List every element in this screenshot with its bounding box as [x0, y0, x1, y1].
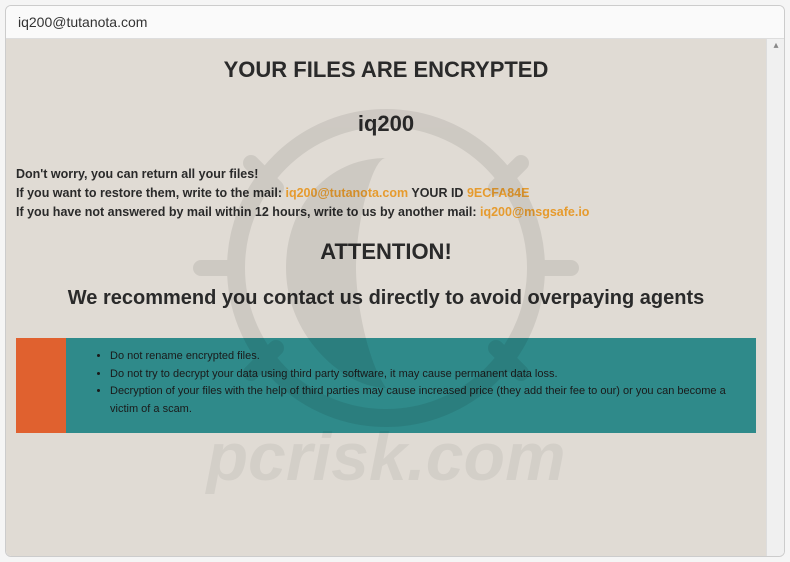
instructions-text: Don't worry, you can return all your fil… [16, 165, 756, 221]
warning-accent-bar [16, 338, 66, 432]
instruction-line-2: If you want to restore them, write to th… [16, 184, 756, 203]
warning-box: Do not rename encrypted files. Do not tr… [16, 338, 756, 432]
content-wrapper: pcrisk.com YOUR FILES ARE ENCRYPTED iq20… [6, 39, 784, 556]
warning-body: Do not rename encrypted files. Do not tr… [66, 338, 756, 432]
contact-email-primary: iq200@tutanota.com [285, 186, 408, 200]
heading-name: iq200 [16, 111, 756, 137]
instruction-line-1: Don't worry, you can return all your fil… [16, 165, 756, 184]
window-titlebar: iq200@tutanota.com [6, 6, 784, 39]
warning-item: Decryption of your files with the help o… [110, 383, 742, 418]
warning-list: Do not rename encrypted files. Do not tr… [80, 348, 742, 418]
warning-item: Do not rename encrypted files. [110, 348, 742, 366]
scroll-up-icon[interactable]: ▴ [770, 41, 782, 53]
heading-encrypted: YOUR FILES ARE ENCRYPTED [16, 57, 756, 83]
heading-attention: ATTENTION! [16, 239, 756, 265]
dialog-window: iq200@tutanota.com pcrisk.com YOUR FILES… [5, 5, 785, 557]
vertical-scrollbar[interactable]: ▴ [766, 39, 784, 556]
contact-email-secondary: iq200@msgsafe.io [480, 205, 589, 219]
ransom-note-content: pcrisk.com YOUR FILES ARE ENCRYPTED iq20… [6, 39, 766, 556]
heading-recommend: We recommend you contact us directly to … [16, 287, 756, 310]
warning-item: Do not try to decrypt your data using th… [110, 366, 742, 384]
victim-id: 9ECFA84E [467, 186, 530, 200]
instruction-line-3: If you have not answered by mail within … [16, 203, 756, 222]
window-title: iq200@tutanota.com [18, 14, 147, 30]
